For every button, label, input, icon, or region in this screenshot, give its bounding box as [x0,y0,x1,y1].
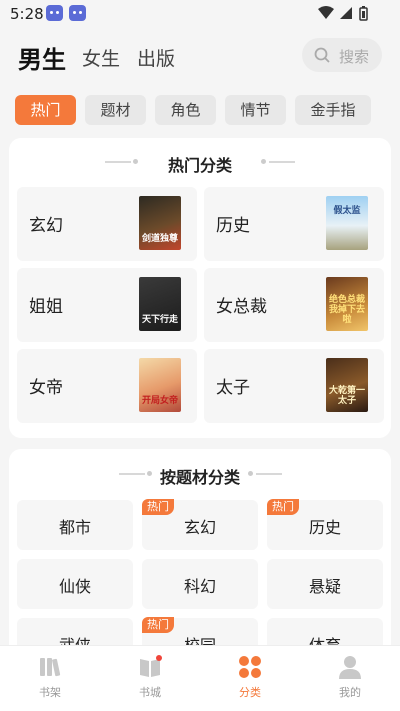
game-controller-icon [46,5,63,21]
topic-card-xianxia[interactable]: 仙侠 [17,559,133,609]
topic-categories-panel: 按题材分类 都市 热门 玄幻 热门 历史 仙侠 科幻 悬疑 武侠 热门 校园 体… [9,449,391,669]
book-cover: 绝色总裁我掉下去啦 [326,277,368,331]
profile-icon [339,656,361,679]
hot-card-xuanhuan[interactable]: 玄幻 剑道独尊 [17,187,197,261]
cover-title: 绝色总裁我掉下去啦 [328,295,365,325]
nav-label: 我的 [339,686,361,699]
book-cover: 假太监 [326,196,368,250]
hot-card-prince[interactable]: 太子 大乾第一太子 [204,349,384,423]
bottom-nav: 书架 书城 分类 我的 [0,645,400,711]
cover-title: 大乾第一太子 [328,386,365,406]
status-bar: 5:28 [0,0,400,28]
filter-golden-finger[interactable]: 金手指 [295,95,371,125]
hot-card-sister[interactable]: 姐姐 天下行走 [17,268,197,342]
signal-icon [340,7,352,19]
topic-label: 都市 [58,518,91,537]
cover-title: 开局女帝 [141,396,178,406]
tab-publish[interactable]: 出版 [137,44,175,71]
book-cover: 剑道独尊 [139,196,181,250]
hot-card-female-ceo[interactable]: 女总裁 绝色总裁我掉下去啦 [204,268,384,342]
filter-topic[interactable]: 题材 [85,95,146,125]
topic-label: 玄幻 [183,518,216,537]
filter-role[interactable]: 角色 [155,95,216,125]
hot-card-label: 太子 [216,378,250,398]
search-placeholder: 搜索 [339,48,370,66]
hot-card-label: 历史 [216,216,250,236]
title-dot [248,471,253,476]
tab-female[interactable]: 女生 [82,44,120,71]
header: 男生 女生 出版 搜索 [0,28,400,84]
bookshelf-icon [40,658,61,677]
title-divider [269,161,295,163]
nav-label: 书城 [139,686,161,699]
hot-card-label: 玄幻 [29,216,63,236]
search-icon [314,47,330,63]
nav-label: 分类 [239,686,261,699]
hot-card-empress[interactable]: 女帝 开局女帝 [17,349,197,423]
topic-card-xuanhuan[interactable]: 热门 玄幻 [142,499,258,550]
category-icon [239,656,261,678]
book-cover: 大乾第一太子 [326,358,368,412]
nav-bookstore[interactable]: 书城 [100,646,200,711]
hot-categories-panel: 热门分类 玄幻 剑道独尊 历史 假太监 姐姐 天下行走 女总裁 绝色总裁我掉下去… [9,138,391,438]
game-controller-icon [69,5,86,21]
bookstore-icon [140,655,162,677]
topic-label: 悬疑 [308,577,341,596]
hot-card-history[interactable]: 历史 假太监 [204,187,384,261]
title-divider [256,473,282,475]
topic-card-history[interactable]: 热门 历史 [267,499,383,550]
hot-badge: 热门 [267,499,299,515]
nav-profile[interactable]: 我的 [300,646,400,711]
hot-badge: 热门 [142,617,174,633]
hot-card-label: 姐姐 [29,297,63,317]
nav-label: 书架 [39,686,61,699]
nav-bookshelf[interactable]: 书架 [0,646,100,711]
cover-title: 假太监 [333,206,361,216]
book-cover: 开局女帝 [139,358,181,412]
book-cover: 天下行走 [139,277,181,331]
hot-badge: 热门 [142,499,174,515]
filter-plot[interactable]: 情节 [225,95,286,125]
topic-card-urban[interactable]: 都市 [17,500,133,550]
topic-card-mystery[interactable]: 悬疑 [267,559,383,609]
topic-label: 历史 [308,518,341,537]
title-dot [261,159,266,164]
wifi-icon [318,6,334,19]
notification-dot-icon [156,655,162,661]
cover-title: 天下行走 [141,315,178,325]
tab-male[interactable]: 男生 [18,40,66,75]
topic-label: 仙侠 [58,577,91,596]
status-icons [318,6,368,21]
hot-card-label: 女帝 [29,378,63,398]
filter-hot[interactable]: 热门 [15,95,76,125]
search-input[interactable]: 搜索 [302,38,382,72]
status-time: 5:28 [10,5,44,23]
nav-category[interactable]: 分类 [200,646,300,711]
hot-card-label: 女总裁 [216,297,267,317]
section-title-topic: 按题材分类 [159,468,240,487]
topic-card-scifi[interactable]: 科幻 [142,559,258,609]
topic-label: 科幻 [183,577,216,596]
cover-title: 剑道独尊 [141,234,178,244]
section-title-hot: 热门分类 [167,156,232,175]
